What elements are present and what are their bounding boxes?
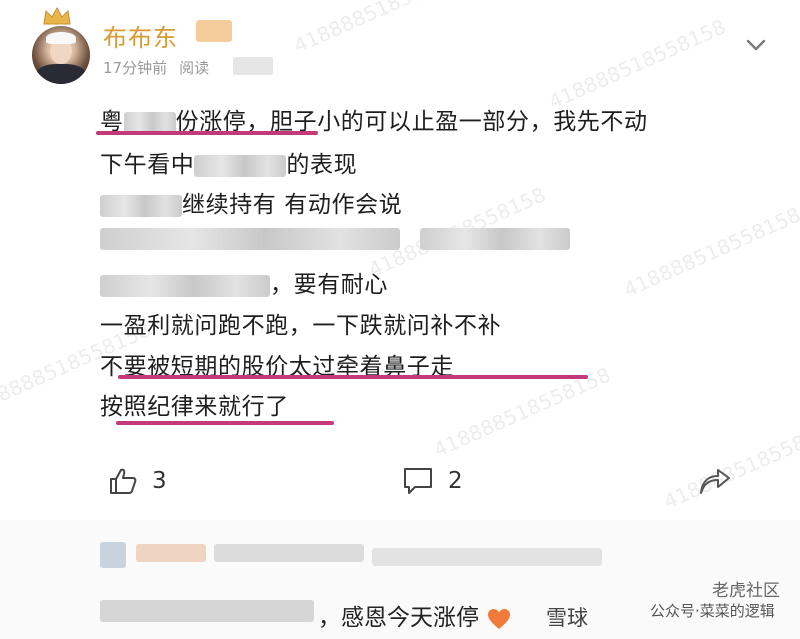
avatar[interactable] — [32, 26, 90, 84]
post-meta: 17分钟前 阅读 — [103, 57, 209, 78]
read-count-label: 阅读 — [179, 59, 210, 77]
wechat-account-logo: 公众号·菜菜的逻辑 — [650, 602, 775, 620]
more-options-button[interactable] — [744, 34, 768, 54]
user-badge — [196, 20, 232, 42]
post-time: 17分钟前 — [103, 59, 168, 77]
post-header: 布布东 17分钟前 阅读 — [30, 6, 800, 84]
comment-icon — [404, 468, 432, 494]
post-line-6: 一盈利就问跑不跑，一下跌就问补不补 — [100, 313, 502, 339]
post-line-5: ，要有耐心 — [100, 265, 388, 299]
post-line-2: 下午看中 的表现 — [100, 152, 358, 178]
like-icon — [110, 468, 137, 494]
post-line-4 — [100, 225, 570, 251]
read-count — [233, 57, 273, 75]
share-button[interactable] — [698, 468, 732, 496]
highlight-underline — [96, 131, 318, 135]
comment-text: ，感恩今天涨停 — [318, 598, 512, 632]
share-icon — [700, 469, 730, 494]
xueqiu-logo: 雪球 — [546, 606, 588, 630]
post-line-8: 按照纪律来就行了 — [100, 394, 289, 420]
more-options-icon — [746, 39, 766, 51]
comment-button[interactable]: 2 — [402, 466, 463, 496]
tiger-community-logo: 老虎社区 — [712, 581, 780, 601]
comment-avatar — [100, 542, 126, 568]
like-button[interactable]: 3 — [108, 466, 167, 496]
comment-count: 2 — [448, 468, 463, 494]
heart-icon — [488, 608, 511, 629]
username[interactable]: 布布东 — [103, 18, 178, 53]
post-line-3: 继续持有 有动作会说 — [100, 185, 402, 219]
like-count: 3 — [152, 468, 167, 494]
crown-icon — [43, 6, 71, 25]
highlight-underline — [118, 375, 588, 379]
post-actions: 3 2 — [0, 466, 800, 506]
watermark-text: 418888518558158 — [620, 202, 800, 302]
highlight-underline — [116, 421, 334, 425]
